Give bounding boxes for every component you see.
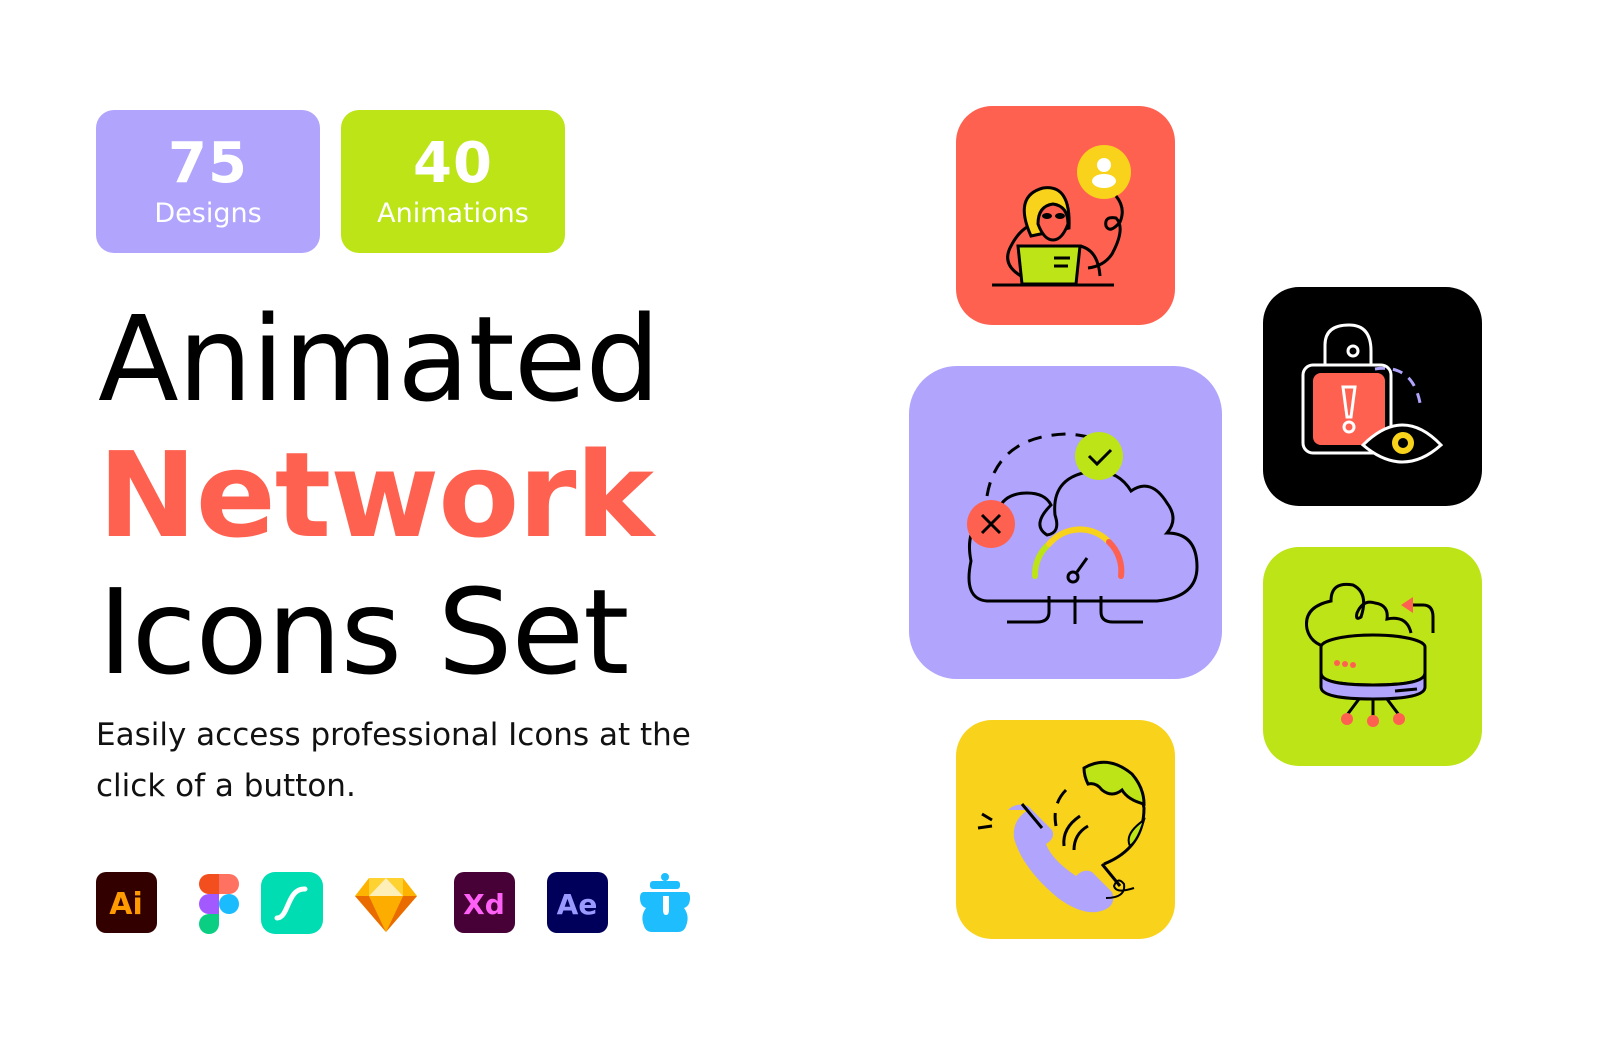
designs-label: Designs — [154, 198, 262, 229]
lottie-icon — [261, 872, 323, 934]
phone-globe-icon — [977, 760, 1146, 913]
global-call-tile — [956, 720, 1175, 939]
cloud-speed-icon — [967, 432, 1199, 624]
illustrator-text: Ai — [109, 887, 143, 922]
cloud-server-icon — [1305, 582, 1435, 727]
animations-count: 40 — [413, 131, 493, 196]
cloud-server-tile — [1263, 547, 1482, 766]
lock-eye-icon — [1301, 323, 1444, 464]
ae-text: Ae — [557, 888, 598, 921]
headline-line-1: Animated — [98, 290, 660, 428]
sketch-icon — [355, 872, 417, 934]
lock-alert-tile — [1263, 287, 1482, 506]
subtitle: Easily access professional Icons at the … — [96, 717, 691, 804]
animations-label: Animations — [377, 198, 529, 229]
hacker-tile — [956, 106, 1175, 325]
illustrator-icon: Ai — [96, 872, 158, 934]
designs-count: 75 — [168, 131, 248, 196]
headline-line-2: Network — [98, 426, 654, 564]
animations-badge: 40 Animations — [341, 110, 565, 253]
figma-icon — [188, 872, 250, 934]
designs-badge: 75 Designs — [96, 110, 320, 253]
headline-line-3: Icons Set — [98, 563, 629, 701]
after-effects-icon: Ae — [547, 872, 609, 934]
cloud-speed-tile — [909, 366, 1222, 679]
hacker-laptop-icon — [992, 145, 1131, 287]
xd-icon: Xd — [454, 872, 516, 934]
xd-text: Xd — [463, 888, 505, 921]
iconjar-icon — [636, 872, 698, 934]
